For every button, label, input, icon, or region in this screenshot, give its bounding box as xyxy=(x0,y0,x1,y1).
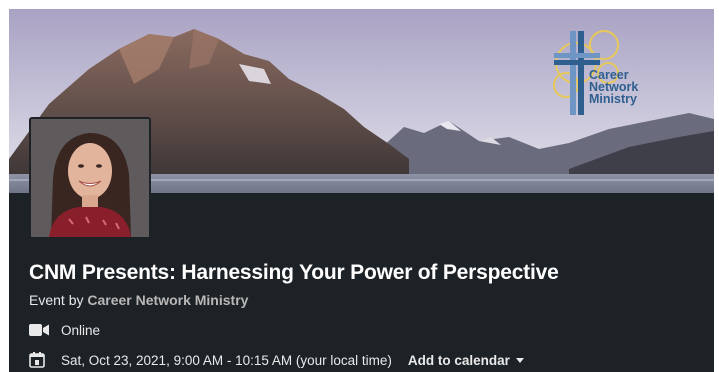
byline-prefix: Event by xyxy=(29,292,84,308)
add-to-calendar-button[interactable]: Add to calendar xyxy=(408,353,524,368)
event-byline: Event by Career Network Ministry xyxy=(29,292,248,308)
event-date-time: Sat, Oct 23, 2021, 9:00 AM - 10:15 AM (y… xyxy=(61,352,392,368)
caret-down-icon xyxy=(515,358,524,364)
event-location: Online xyxy=(61,322,101,338)
logo-line-3: Ministry xyxy=(589,92,637,106)
organizer-link[interactable]: Career Network Ministry xyxy=(87,292,248,308)
video-camera-icon xyxy=(29,322,51,338)
event-title: CNM Presents: Harnessing Your Power of P… xyxy=(29,261,559,284)
career-network-ministry-logo: Career Network Ministry xyxy=(546,23,656,123)
add-to-calendar-label: Add to calendar xyxy=(407,352,510,368)
event-location-row: Online xyxy=(29,322,100,338)
event-card: Career Network Ministry CNM Presents: Ha… xyxy=(9,9,714,372)
logo-wordmark: Career Network Ministry xyxy=(589,69,638,106)
calendar-icon xyxy=(29,352,51,368)
event-date-row: Sat, Oct 23, 2021, 9:00 AM - 10:15 AM (y… xyxy=(29,352,524,368)
speaker-avatar[interactable] xyxy=(29,117,151,239)
